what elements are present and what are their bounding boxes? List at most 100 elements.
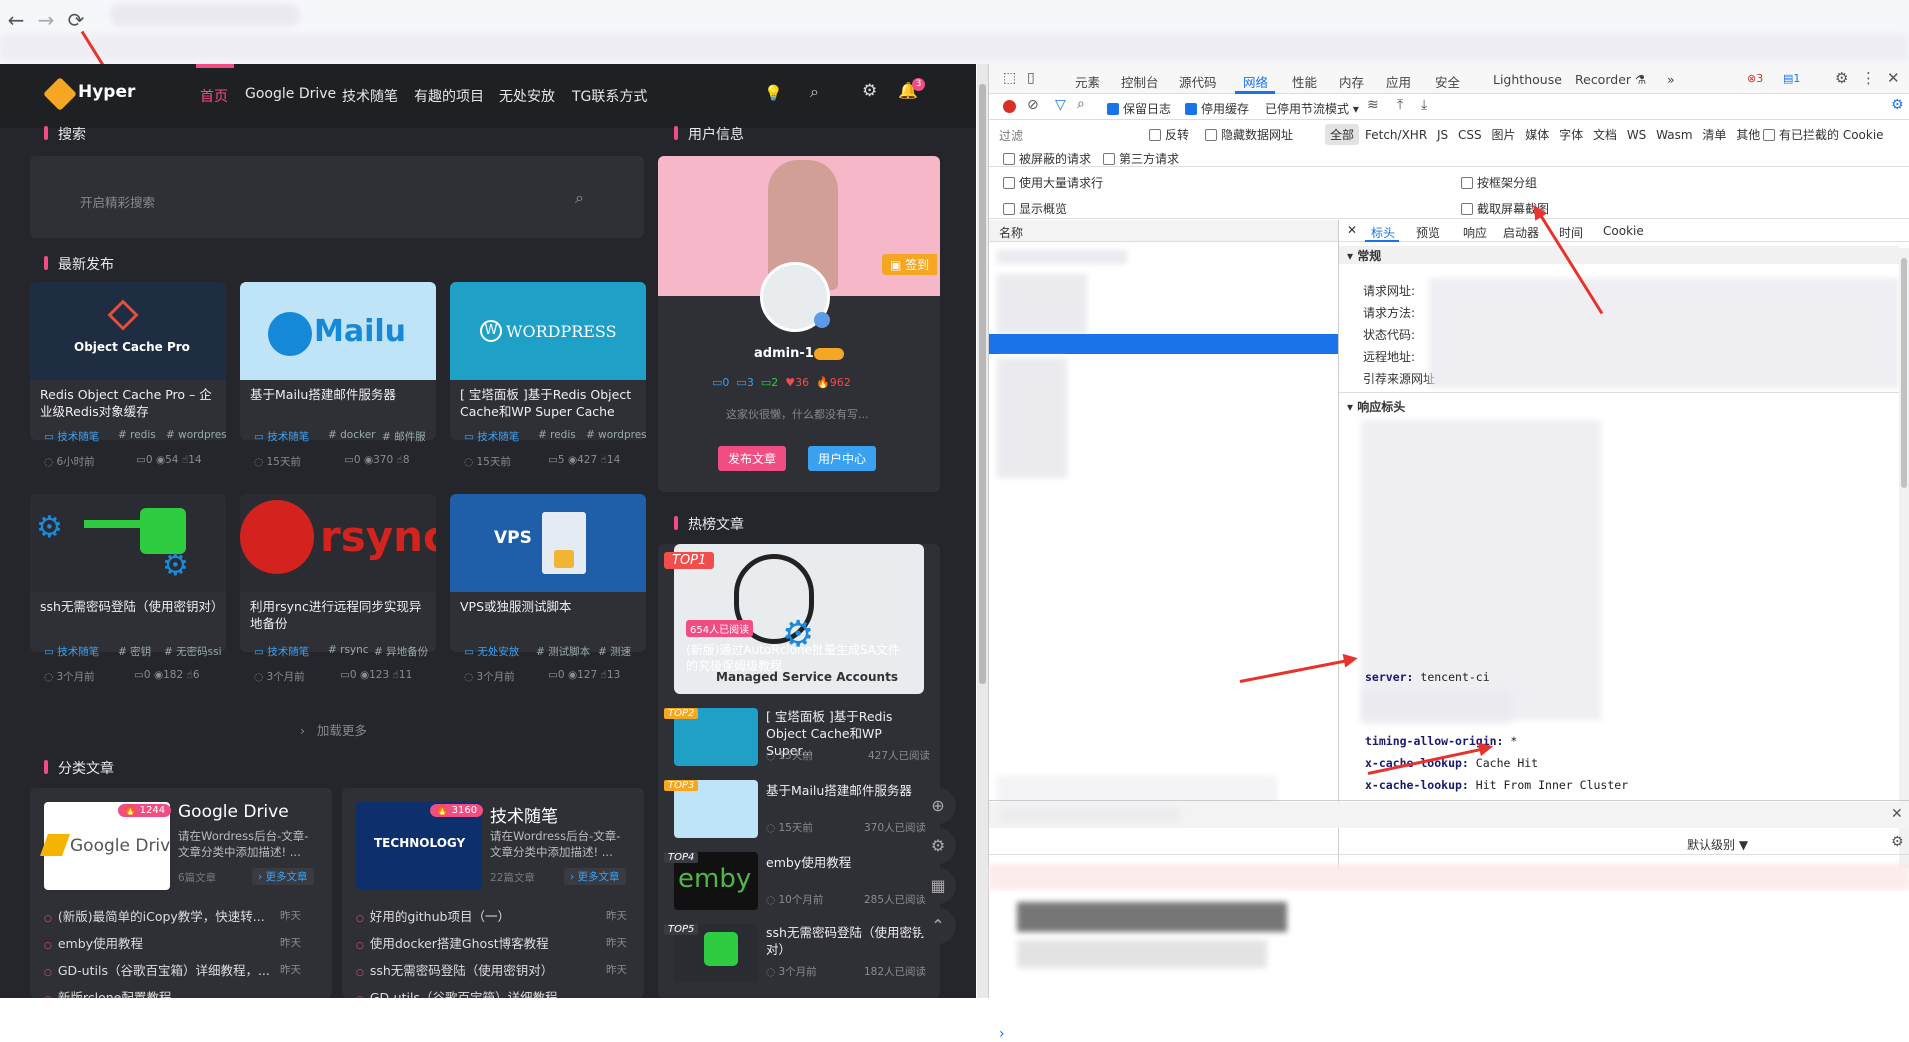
post-tag[interactable]: # redis <box>538 429 576 441</box>
post-category[interactable]: ▭ 无处安放 <box>464 644 519 659</box>
type-filter-all[interactable]: 全部 <box>1325 124 1360 145</box>
response-headers-title[interactable]: ▾ 响应标头 <box>1347 398 1405 415</box>
clear-icon[interactable]: ⊘ <box>1027 97 1039 113</box>
list-item[interactable]: 好用的github项目（一） <box>356 906 510 925</box>
inspect-icon[interactable]: ⬚ <box>1003 70 1016 86</box>
post-tag[interactable]: # wordpres <box>166 429 227 441</box>
reload-icon[interactable]: ⟳ <box>62 6 90 34</box>
list-item[interactable]: GD-utils（谷歌百宝箱）详细教程，... <box>44 960 270 979</box>
username[interactable]: admin-1 <box>754 346 814 361</box>
forward-icon[interactable]: → <box>32 6 60 34</box>
download-icon[interactable]: ⤓ <box>1421 97 1427 113</box>
gear-icon[interactable]: ⚙ <box>862 81 877 101</box>
tab-initiator[interactable]: 启动器 <box>1503 224 1539 241</box>
request-row[interactable] <box>997 358 1067 478</box>
general-header[interactable] <box>1339 246 1899 264</box>
post-card[interactable]: VPS VPS或独服测试脚本 <box>450 494 646 652</box>
show-overview-checkbox[interactable]: 显示概览 <box>1003 200 1067 217</box>
category-name[interactable]: 技术随笔 <box>490 802 558 827</box>
post-card[interactable]: Mailu 基于Mailu搭建邮件服务器 <box>240 282 436 440</box>
search-submit-icon[interactable]: ⌕ <box>575 188 584 208</box>
log-level-select[interactable]: 默认级别 ▼ <box>1687 836 1748 853</box>
settings-icon[interactable]: ⚙ <box>1835 69 1848 87</box>
preserve-log-checkbox[interactable]: 保留日志 <box>1107 100 1171 117</box>
hot-title[interactable]: (新版)通过AutoRclone批量生成SA文件的究极保姆级教程 <box>686 642 906 674</box>
post-tag[interactable]: # redis <box>118 429 156 441</box>
post-category[interactable]: ▭ 技术随笔 <box>254 429 309 444</box>
post-tag[interactable]: # docker <box>328 429 375 441</box>
request-row-selected[interactable] <box>989 334 1338 354</box>
hot-title[interactable]: emby使用教程 <box>766 852 932 871</box>
hot-title[interactable]: ssh无需密码登陆（使用密钥对） <box>766 924 932 958</box>
nav-tg[interactable]: TG联系方式 <box>572 86 647 106</box>
tab-recorder[interactable]: Recorder ⚗ <box>1575 72 1646 87</box>
post-card[interactable]: rsync 利用rsync进行远程同步实现异地备份 <box>240 494 436 652</box>
tab-response[interactable]: 响应 <box>1463 224 1487 241</box>
address-bar[interactable] <box>110 4 300 26</box>
more-articles-link[interactable]: › 更多文章 <box>252 868 314 885</box>
post-category[interactable]: ▭ 技术随笔 <box>44 644 99 659</box>
kebab-menu-icon[interactable]: ⋮ <box>1861 69 1876 87</box>
site-logo[interactable]: Hyper <box>78 82 135 102</box>
type-filter-manifest[interactable]: 清单 <box>1702 128 1726 142</box>
post-title[interactable]: VPS或独服测试脚本 <box>460 598 638 615</box>
search-icon[interactable]: ⌕ <box>810 82 819 102</box>
tab-network[interactable]: 网络 <box>1243 72 1268 91</box>
tab-application[interactable]: 应用 <box>1386 72 1411 91</box>
disable-cache-checkbox[interactable]: 停用缓存 <box>1185 100 1249 117</box>
type-filter-doc[interactable]: 文档 <box>1593 128 1617 142</box>
record-icon[interactable] <box>1003 100 1016 113</box>
post-tag[interactable]: # 邮件服 <box>382 429 426 444</box>
bulb-icon[interactable]: 💡 <box>764 84 783 102</box>
close-detail-icon[interactable]: ✕ <box>1347 223 1357 237</box>
settings-icon[interactable]: ⚙ <box>920 828 956 864</box>
throttle-select[interactable]: 已停用节流模式 ▾ <box>1265 100 1359 117</box>
post-title[interactable]: ssh无需密码登陆（使用密钥对） <box>40 598 218 632</box>
page-scrollbar[interactable] <box>977 64 988 998</box>
post-tag[interactable]: # wordpres <box>586 429 647 441</box>
drawer-divider[interactable] <box>989 800 1909 801</box>
group-by-frame-checkbox[interactable]: 按框架分组 <box>1461 174 1537 191</box>
blocked-cookies-checkbox[interactable]: 有已拦截的 Cookie <box>1763 126 1884 143</box>
type-filter-wasm[interactable]: Wasm <box>1656 128 1692 142</box>
hide-data-urls-checkbox[interactable]: 隐藏数据网址 <box>1205 126 1293 143</box>
request-row[interactable] <box>997 274 1087 334</box>
scrollbar-thumb[interactable] <box>979 84 986 684</box>
tab-performance[interactable]: 性能 <box>1292 72 1317 91</box>
load-more-button[interactable]: › 加载更多 <box>300 720 367 739</box>
post-article-button[interactable]: 发布文章 <box>718 446 787 471</box>
pane-divider[interactable] <box>1338 220 1339 870</box>
large-rows-checkbox[interactable]: 使用大量请求行 <box>1003 174 1103 191</box>
list-item[interactable]: (新版)最简单的iCopy教学，快速转... <box>44 906 265 925</box>
back-icon[interactable]: ← <box>2 6 30 34</box>
name-column-header[interactable]: 名称 <box>999 224 1023 241</box>
invert-checkbox[interactable]: 反转 <box>1149 126 1189 143</box>
detail-scrollbar[interactable] <box>1899 248 1909 868</box>
third-party-checkbox[interactable]: 第三方请求 <box>1103 150 1179 167</box>
close-drawer-icon[interactable]: ✕ <box>1891 806 1903 822</box>
type-filter-css[interactable]: CSS <box>1458 128 1482 142</box>
hot-title[interactable]: 基于Mailu搭建邮件服务器 <box>766 780 932 799</box>
close-icon[interactable]: ✕ <box>1887 69 1900 87</box>
more-articles-link[interactable]: › 更多文章 <box>564 868 626 885</box>
list-item[interactable]: 新版rclone配置教程 <box>44 987 171 998</box>
nav-home[interactable]: 首页 <box>200 86 228 106</box>
tab-lighthouse[interactable]: Lighthouse <box>1493 72 1562 87</box>
filter-input[interactable]: 过滤 <box>995 124 1125 144</box>
blocked-requests-checkbox[interactable]: 被屏蔽的请求 <box>1003 150 1091 167</box>
type-filter-media[interactable]: 媒体 <box>1525 128 1549 142</box>
tab-preview[interactable]: 预览 <box>1416 224 1440 241</box>
upload-icon[interactable]: ⤒ <box>1397 97 1403 113</box>
search-input[interactable]: 开启精彩搜索 <box>80 192 155 211</box>
device-icon[interactable]: ▯ <box>1027 70 1035 86</box>
user-center-button[interactable]: 用户中心 <box>808 446 877 471</box>
network-settings-icon[interactable]: ⚙ <box>1891 97 1904 113</box>
request-row[interactable] <box>997 250 1127 264</box>
nav-projects[interactable]: 有趣的项目 <box>414 86 484 106</box>
sign-in-button[interactable]: ▣ 签到 <box>882 254 938 275</box>
tab-security[interactable]: 安全 <box>1435 72 1460 91</box>
post-tag[interactable]: # 测速 <box>598 644 631 659</box>
post-card[interactable]: Object Cache Pro Redis Object Cache Pro … <box>30 282 226 440</box>
tab-elements[interactable]: 元素 <box>1075 72 1100 91</box>
general-section-title[interactable]: ▾ 常规 <box>1347 247 1381 264</box>
